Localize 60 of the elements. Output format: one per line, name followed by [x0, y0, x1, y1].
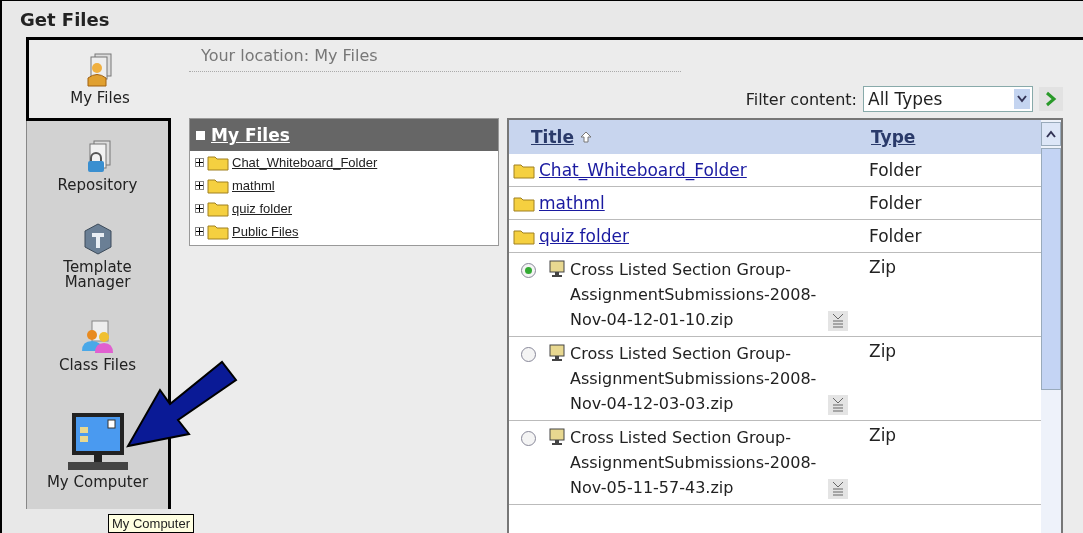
tree-root-link[interactable]: My Files — [211, 125, 290, 145]
folder-icon — [513, 227, 535, 245]
folder-icon — [207, 200, 229, 217]
scrollbar[interactable] — [1041, 120, 1061, 533]
monitor-icon — [548, 260, 566, 278]
folder-link[interactable]: Chat_Whiteboard_Folder — [539, 160, 747, 180]
column-header[interactable]: Title — [531, 127, 592, 147]
chevron-right-icon[interactable] — [1045, 91, 1057, 107]
person-document-icon — [85, 52, 115, 87]
window-title: Get Files — [20, 8, 110, 30]
chevron-up-icon[interactable] — [1046, 130, 1056, 138]
tooltip: My Computer — [108, 514, 195, 533]
folder-link[interactable]: mathml — [539, 193, 605, 213]
table-cell-text: Zip — [868, 340, 898, 363]
sidebar-tab[interactable]: Template Manager — [26, 211, 171, 301]
expand-toggle[interactable] — [195, 158, 204, 167]
chevron-down-icon — [1017, 95, 1027, 103]
tree-folder-link[interactable]: mathml — [232, 178, 275, 193]
table-cell-text: Zip — [868, 424, 898, 447]
folder-icon — [513, 161, 535, 179]
table-cell-text: Folder — [868, 159, 923, 182]
file-name: Cross Listed Section Group-AssignmentSubmissions-2008-Nov-04-12-03-03.zip — [570, 343, 818, 415]
sidebar-tab[interactable]: My Computer — [26, 391, 171, 509]
file-name: Cross Listed Section Group-AssignmentSubmissions-2008-Nov-04-12-01-10.zip — [570, 259, 818, 331]
column-header[interactable]: Type — [871, 127, 916, 147]
radio-button[interactable] — [521, 263, 536, 278]
table-cell-text: Zip — [868, 256, 898, 279]
monitor-icon — [548, 428, 566, 446]
filter-dropdown[interactable]: All Types — [863, 86, 1033, 112]
folder-icon — [207, 177, 229, 194]
radio-button[interactable] — [521, 431, 536, 446]
sidebar-tab[interactable]: My Files — [26, 37, 171, 121]
file-name: Cross Listed Section Group-AssignmentSubmissions-2008-Nov-05-11-57-43.zip — [570, 427, 818, 499]
sidebar-tab[interactable]: Repository — [26, 121, 171, 211]
template-icon — [82, 222, 113, 256]
tree-folder-link[interactable]: Chat_Whiteboard_Folder — [232, 155, 378, 170]
download-icon[interactable] — [828, 395, 848, 415]
users-icon — [79, 319, 116, 354]
expand-toggle[interactable] — [195, 227, 204, 236]
expand-toggle[interactable] — [195, 204, 204, 213]
radio-button[interactable] — [521, 347, 536, 362]
table-cell-text: Folder — [868, 225, 923, 248]
download-icon[interactable] — [828, 311, 848, 331]
location-text: Your location: My Files — [189, 46, 681, 72]
square-icon — [196, 130, 205, 140]
folder-link[interactable]: quiz folder — [539, 226, 629, 246]
download-icon[interactable] — [828, 479, 848, 499]
filter-label: Filter content: — [745, 89, 857, 109]
monitor-icon — [548, 344, 566, 362]
go-button[interactable] — [1039, 87, 1063, 111]
sidebar-tab[interactable]: Class Files — [26, 301, 171, 391]
tree-folder-link[interactable]: Public Files — [232, 224, 299, 239]
table-cell-text: Folder — [868, 192, 923, 215]
folder-icon — [513, 194, 535, 212]
folder-icon — [207, 223, 229, 240]
computer-icon — [65, 410, 130, 471]
tree-folder-link[interactable]: quiz folder — [232, 201, 292, 216]
expand-toggle[interactable] — [195, 181, 204, 190]
sort-arrow-icon — [579, 131, 592, 143]
folder-icon — [207, 154, 229, 171]
